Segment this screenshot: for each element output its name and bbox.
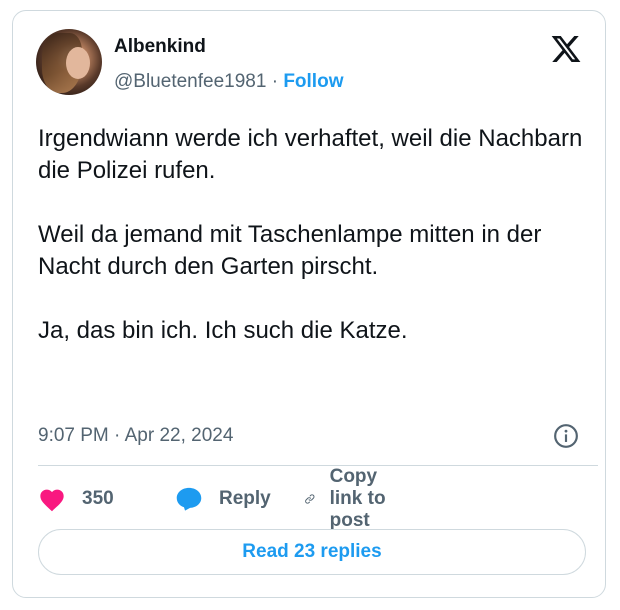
copy-link-button[interactable]: Copy link to post bbox=[304, 466, 394, 531]
heart-icon bbox=[40, 489, 64, 512]
reply-button[interactable]: Reply bbox=[175, 484, 271, 514]
author-name[interactable]: Albenkind bbox=[114, 36, 206, 58]
handle-separator: · bbox=[271, 71, 279, 92]
read-replies-button[interactable]: Read 23 replies bbox=[38, 529, 586, 575]
like-button[interactable]: 350 bbox=[38, 484, 114, 514]
avatar[interactable] bbox=[36, 29, 102, 95]
tweet-paragraph: Ja, das bin ich. Ich such die Katze. bbox=[38, 317, 408, 344]
tweet-card: Albenkind @Bluetenfee1981 · Follow Irgen… bbox=[12, 10, 606, 598]
like-count: 350 bbox=[82, 488, 114, 509]
info-icon[interactable] bbox=[553, 423, 579, 449]
avatar-face bbox=[66, 47, 90, 79]
tweet-timestamp[interactable]: 9:07 PM · Apr 22, 2024 bbox=[38, 425, 233, 447]
link-icon bbox=[305, 494, 315, 504]
author-handle-line: @Bluetenfee1981 · Follow bbox=[114, 71, 343, 93]
reply-label: Reply bbox=[219, 488, 271, 509]
copy-link-label: Copy link to post bbox=[329, 466, 386, 531]
x-logo-icon[interactable] bbox=[549, 33, 583, 65]
reply-bubble-icon bbox=[176, 487, 202, 511]
author-handle[interactable]: @Bluetenfee1981 bbox=[114, 71, 266, 92]
tweet-paragraph: Irgendwiann werde ich verhaftet, weil di… bbox=[38, 125, 583, 184]
follow-link[interactable]: Follow bbox=[283, 71, 343, 92]
divider bbox=[38, 465, 598, 466]
tweet-paragraph: Weil da jemand mit Taschenlampe mitten i… bbox=[38, 221, 542, 280]
tweet-text: Irgendwiann werde ich verhaftet, weil di… bbox=[38, 123, 598, 379]
